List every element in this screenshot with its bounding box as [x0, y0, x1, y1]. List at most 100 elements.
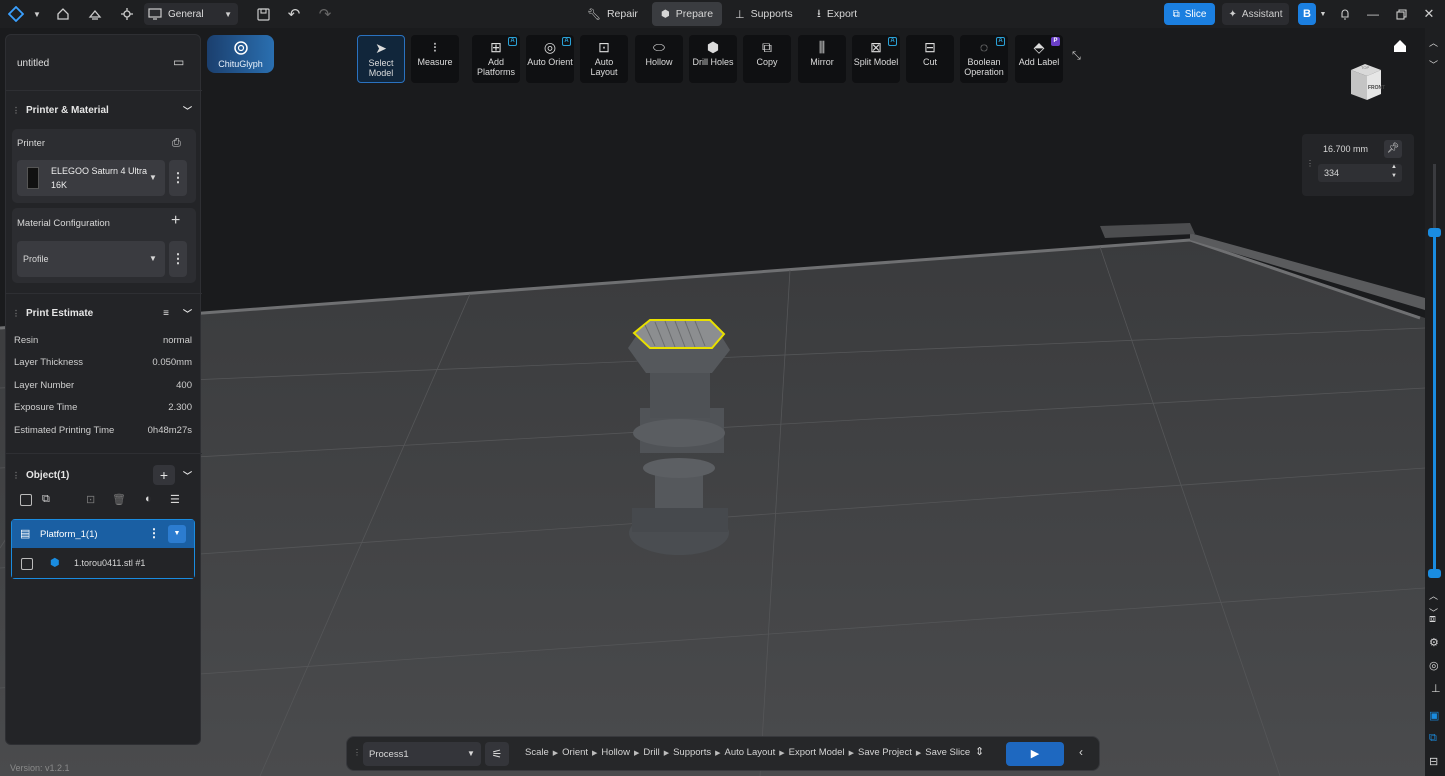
- tool-add-label-button[interactable]: ⬘ Add Label P: [1015, 35, 1063, 83]
- filter-icon[interactable]: ☰: [170, 493, 180, 506]
- run-button[interactable]: ▶: [1006, 742, 1064, 766]
- process-value: Process1: [369, 749, 409, 760]
- decrement-icon[interactable]: ▼: [1391, 173, 1397, 179]
- list-icon[interactable]: ≡: [163, 308, 169, 319]
- sidebar-toggle-icon[interactable]: ▭: [173, 55, 184, 69]
- workflow-step[interactable]: Auto Layout: [725, 747, 776, 758]
- platform-more-icon[interactable]: ⋮: [148, 526, 160, 540]
- print-estimate-header[interactable]: ⋮ Print Estimate ≡ ﹀: [6, 303, 202, 323]
- layer-slider-bottom-handle[interactable]: [1428, 569, 1441, 578]
- sphere-icon[interactable]: ◎: [1429, 659, 1439, 672]
- minimize-icon[interactable]: —: [1364, 3, 1382, 25]
- notification-icon[interactable]: [1336, 3, 1354, 25]
- chevron-down-icon[interactable]: ﹀: [1429, 58, 1438, 71]
- workspace-select[interactable]: General ▼: [144, 3, 238, 25]
- home-icon[interactable]: [52, 3, 74, 25]
- app-menu-chevron-icon[interactable]: ▼: [30, 3, 44, 25]
- assistant-button[interactable]: ✦ Assistant: [1222, 3, 1289, 25]
- select-all-checkbox[interactable]: [20, 494, 32, 506]
- chituglyph-button[interactable]: ChituGlyph: [207, 35, 274, 73]
- workflow-step[interactable]: Hollow: [601, 747, 630, 758]
- tool-cut-button[interactable]: ⊟ Cut: [906, 35, 954, 83]
- tab-prepare[interactable]: ⬢ Prepare: [652, 2, 723, 26]
- reset-icon[interactable]: ⊥: [1431, 682, 1441, 695]
- collapse-bar-icon[interactable]: ‹: [1079, 745, 1083, 759]
- account-icon[interactable]: B: [1298, 3, 1316, 25]
- workflow-step[interactable]: Orient: [562, 747, 588, 758]
- print-view-icon[interactable]: ⊟: [1429, 755, 1438, 768]
- process-settings-icon[interactable]: ⚟: [485, 742, 509, 766]
- cube-view-icon[interactable]: ⧈: [1429, 613, 1436, 626]
- layer-number-input[interactable]: 334 ▲ ▼: [1318, 164, 1402, 182]
- model-pillar[interactable]: [628, 319, 730, 555]
- tool-auto-layout-button[interactable]: ⊡ Auto Layout: [580, 35, 628, 83]
- group-icon[interactable]: ⧉: [42, 493, 50, 506]
- profile-select[interactable]: Profile ▼: [17, 241, 165, 277]
- tab-supports[interactable]: ⊥ Supports: [726, 2, 802, 26]
- workflow-step[interactable]: Save Slice: [925, 747, 970, 758]
- layer-view-icon[interactable]: ▣: [1429, 709, 1439, 722]
- platform-row[interactable]: ▤ Platform_1(1) ⋮ ▼: [12, 520, 194, 548]
- app-logo-icon[interactable]: [6, 3, 26, 25]
- estimate-row-layer-thickness: Layer Thickness 0.050mm: [14, 357, 192, 368]
- tool-copy-button[interactable]: ⧉ Copy: [743, 35, 791, 83]
- home-view-icon[interactable]: [1393, 39, 1409, 55]
- drag-handle-icon: ⋮: [12, 308, 20, 318]
- tool-mirror-button[interactable]: ⫼ Mirror: [798, 35, 846, 83]
- tab-repair[interactable]: 🔧︎ Repair: [578, 2, 647, 26]
- object-row[interactable]: ⬢ 1.torou0411.stl #1: [12, 548, 194, 578]
- tool-boolean-operation-button[interactable]: ◌ Boolean Operation A: [960, 35, 1008, 83]
- save-icon[interactable]: [254, 3, 272, 25]
- tool-auto-orient-button[interactable]: ◎ Auto Orient A: [526, 35, 574, 83]
- chevron-up-icon[interactable]: ︿: [1429, 36, 1438, 49]
- palette-icon[interactable]: ◐: [145, 493, 152, 505]
- object-checkbox[interactable]: [21, 558, 33, 570]
- tool-add-platforms-button[interactable]: ⊞ Add Platforms A: [472, 35, 520, 83]
- frame-icon[interactable]: ⊡: [86, 493, 95, 506]
- pin-icon[interactable]: 📌︎: [1384, 140, 1402, 158]
- tab-export[interactable]: ⭳ Export: [808, 2, 866, 26]
- objects-header[interactable]: ⋮ Object(1) + ﹀: [6, 465, 202, 485]
- resin-vat-icon[interactable]: [84, 3, 106, 25]
- tool-hollow-button[interactable]: ⬭ Hollow: [635, 35, 683, 83]
- increment-icon[interactable]: ▲: [1391, 164, 1397, 170]
- profile-more-button[interactable]: ⋮: [169, 241, 187, 277]
- network-icon[interactable]: [116, 3, 138, 25]
- viewport-3d[interactable]: TOP FRONT ⋮ 16.700 mm 📌︎ 334 ▲ ▼: [0, 28, 1425, 776]
- trash-icon[interactable]: 🗑︎: [112, 493, 126, 506]
- workflow-step[interactable]: Export Model: [789, 747, 845, 758]
- slice-button[interactable]: ⧉ Slice: [1164, 3, 1215, 25]
- workflow-step[interactable]: Scale: [525, 747, 549, 758]
- gear-icon[interactable]: ⚙︎: [1429, 636, 1439, 649]
- drag-handle-icon[interactable]: ⋮: [353, 748, 361, 757]
- printer-more-button[interactable]: ⋮: [169, 160, 187, 196]
- tool-select-model-button[interactable]: ➤ Select Model: [357, 35, 405, 83]
- account-chevron-icon[interactable]: ▼: [1318, 3, 1328, 25]
- printer-settings-icon[interactable]: ⎙: [172, 137, 181, 150]
- tool-split-model-button[interactable]: ⊠ Split Model A: [852, 35, 900, 83]
- estimate-label: Layer Thickness: [14, 357, 83, 368]
- maximize-icon[interactable]: [1392, 3, 1410, 25]
- workflow-step[interactable]: Supports: [673, 747, 711, 758]
- add-material-icon[interactable]: +: [171, 212, 180, 230]
- expand-steps-icon[interactable]: ⇕: [975, 745, 984, 758]
- workflow-step[interactable]: Save Project: [858, 747, 912, 758]
- view-cube[interactable]: TOP FRONT: [1343, 62, 1385, 102]
- close-icon[interactable]: ✕: [1420, 3, 1438, 25]
- undo-icon[interactable]: ↶: [285, 3, 303, 25]
- assistant-label: Assistant: [1241, 8, 1283, 20]
- overlay-view-icon[interactable]: ⧉: [1429, 732, 1437, 745]
- slider-up-icon[interactable]: ︿: [1429, 589, 1438, 602]
- printer-select[interactable]: ELEGOO Saturn 4 Ultra 16K ▼: [17, 160, 165, 196]
- tool-measure-button[interactable]: ⁝ Measure: [411, 35, 459, 83]
- drag-handle-icon[interactable]: ⋮: [1306, 159, 1314, 168]
- workflow-step[interactable]: Drill: [643, 747, 659, 758]
- tool-drill-holes-button[interactable]: ⬢ Drill Holes: [689, 35, 737, 83]
- redo-icon[interactable]: ↷: [316, 3, 334, 25]
- process-select[interactable]: Process1 ▼: [363, 742, 481, 766]
- collapse-toolbar-icon[interactable]: ⤡: [1072, 50, 1086, 64]
- platform-expand-button[interactable]: ▼: [168, 525, 186, 543]
- printer-material-header[interactable]: ⋮ Printer & Material ﹀: [6, 100, 202, 120]
- layer-slider-top-handle[interactable]: [1428, 227, 1441, 237]
- add-object-button[interactable]: +: [152, 465, 175, 485]
